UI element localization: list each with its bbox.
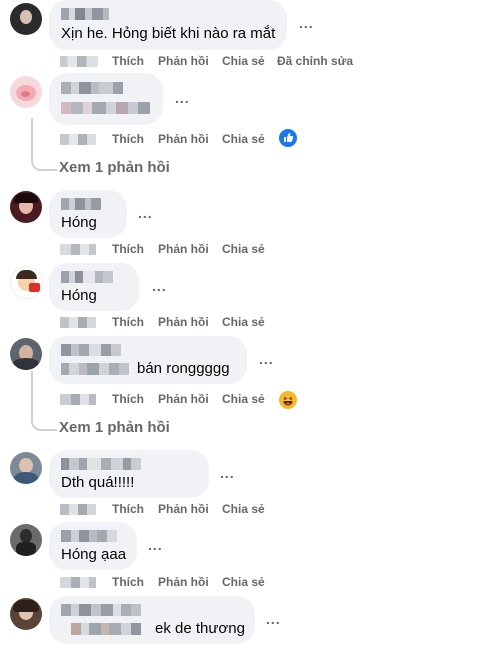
share-button[interactable]: Chia sẻ [222,54,265,68]
reply-thread-line [31,118,57,171]
commenter-name-redacted[interactable] [61,604,141,616]
commenter-name-redacted[interactable] [61,198,101,210]
commenter-name-redacted[interactable] [61,344,121,356]
commenter-name-redacted[interactable] [61,82,123,94]
more-options-button[interactable]: ... [175,90,190,106]
like-button[interactable]: Thích [112,502,144,516]
like-button[interactable]: Thích [112,54,144,68]
commenter-name-redacted[interactable] [61,458,141,470]
comment-text-redacted [71,623,141,635]
like-reaction-icon[interactable] [279,129,297,147]
more-options-button[interactable]: ... [152,278,167,294]
comment-bubble: Hóng [49,190,127,238]
like-button[interactable]: Thích [112,132,144,146]
reply-thread-line [31,371,57,431]
comment-bubble: Hóng [49,263,139,311]
timestamp-redacted[interactable] [60,394,96,405]
comment-text: bán ronggggg [137,360,230,377]
comment-actions: Thích Phản hồi Chia sẻ [60,502,300,518]
timestamp-redacted[interactable] [60,134,96,145]
reply-button[interactable]: Phản hồi [158,132,209,146]
avatar[interactable] [10,598,42,630]
comment-text: Hóng ạaa [61,546,127,563]
view-replies-link[interactable]: Xem 1 phản hồi [59,419,170,436]
avatar[interactable] [10,76,42,108]
reply-button[interactable]: Phản hồi [158,502,209,516]
like-button[interactable]: Thích [112,392,144,406]
like-button[interactable]: Thích [112,242,144,256]
comment-text-redacted [61,102,150,114]
comment-bubble: Dth quá!!!!! [49,450,209,498]
more-options-button[interactable]: ... [299,15,314,31]
share-button[interactable]: Chia sẻ [222,502,265,516]
share-button[interactable]: Chia sẻ [222,392,265,406]
share-button[interactable]: Chia sẻ [222,132,265,146]
edited-label: Đã chỉnh sửa [277,54,354,68]
share-button[interactable]: Chia sẻ [222,315,265,329]
reply-button[interactable]: Phản hồi [158,315,209,329]
avatar[interactable] [10,266,43,299]
user-avatar-icon [19,458,33,473]
more-options-button[interactable]: ... [138,205,153,221]
like-button[interactable]: Thích [112,315,144,329]
comment-text: Dth quá!!!!! [61,474,135,491]
comment-actions: Thích Phản hồi Chia sẻ [60,575,300,591]
comment-bubble [49,73,163,125]
reply-button[interactable]: Phản hồi [158,54,209,68]
commenter-name-redacted[interactable] [61,8,109,20]
comment-text-redacted [61,363,129,375]
comment-bubble: Hóng ạaa [49,522,137,570]
more-options-button[interactable]: ... [266,611,281,627]
timestamp-redacted[interactable] [60,577,96,588]
comment-bubble: Xịn he. Hỏng biết khi nào ra mắt [49,0,287,50]
user-avatar-icon [20,10,32,24]
timestamp-redacted[interactable] [60,244,96,255]
haha-reaction-icon[interactable] [279,391,297,409]
comment-text: ek de thương [155,620,245,637]
avatar[interactable] [10,3,42,35]
reply-button[interactable]: Phản hồi [158,392,209,406]
commenter-name-redacted[interactable] [61,530,117,542]
more-options-button[interactable]: ... [259,351,274,367]
timestamp-redacted[interactable] [60,504,96,515]
comment-text: Hóng [61,287,97,304]
comment-actions: Thích Phản hồi Chia sẻ [60,242,300,258]
avatar[interactable] [10,338,42,370]
pig-snout-icon [21,91,30,97]
reply-button[interactable]: Phản hồi [158,242,209,256]
comment-actions: Thích Phản hồi Chia sẻ Đã chỉnh sửa [60,54,360,70]
timestamp-redacted[interactable] [60,56,98,67]
reply-button[interactable]: Phản hồi [158,575,209,589]
avatar[interactable] [10,452,42,484]
more-options-button[interactable]: ... [220,465,235,481]
comment-actions: Thích Phản hồi Chia sẻ [60,315,300,331]
like-button[interactable]: Thích [112,575,144,589]
comment-text: Hóng [61,214,97,231]
comment-actions: Thích Phản hồi Chia sẻ [60,392,300,408]
comment-text: Xịn he. Hỏng biết khi nào ra mắt [61,25,276,42]
commenter-name-redacted[interactable] [61,271,113,283]
comment-bubble: bán ronggggg [49,336,247,384]
comment-bubble: ek de thương [49,596,255,644]
share-button[interactable]: Chia sẻ [222,242,265,256]
avatar[interactable] [10,191,42,223]
share-button[interactable]: Chia sẻ [222,575,265,589]
view-replies-link[interactable]: Xem 1 phản hồi [59,159,170,176]
timestamp-redacted[interactable] [60,317,96,328]
more-options-button[interactable]: ... [148,537,163,553]
avatar[interactable] [10,524,42,556]
comment-actions: Thích Phản hồi Chia sẻ [60,132,300,148]
user-avatar-icon [20,529,32,543]
